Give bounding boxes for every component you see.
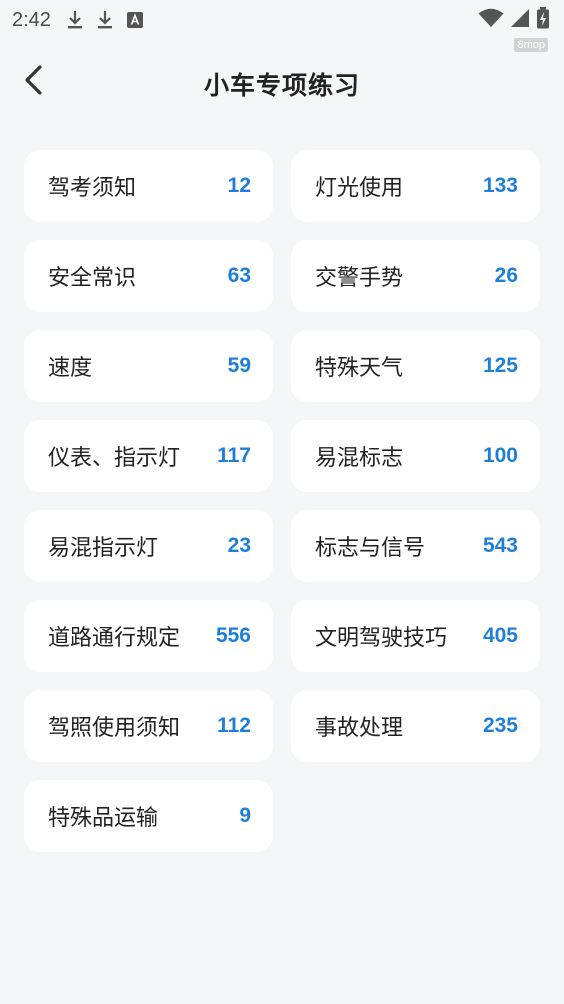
status-bar: 2:42 [0, 0, 564, 40]
category-label: 仪表、指示灯 [48, 446, 181, 471]
category-count: 235 [482, 714, 518, 737]
category-label: 驾考须知 [48, 176, 137, 201]
category-label: 驾照使用须知 [48, 716, 181, 741]
category-label: 文明驾驶技巧 [315, 626, 448, 651]
signal-icon [510, 8, 530, 32]
category-card[interactable]: 特殊品运输 9 [24, 780, 273, 852]
status-time: 2:42 [12, 8, 51, 31]
category-card[interactable]: 道路通行规定 556 [24, 600, 273, 672]
category-count: 133 [482, 174, 518, 197]
category-count: 63 [227, 264, 251, 287]
category-card[interactable]: 标志与信号 543 [291, 510, 540, 582]
category-card[interactable]: 安全常识 63 [24, 240, 273, 312]
category-count: 100 [482, 444, 518, 467]
category-card[interactable]: 事故处理 235 [291, 690, 540, 762]
category-card[interactable]: 速度 59 [24, 330, 273, 402]
category-count: 59 [227, 354, 251, 377]
category-card[interactable]: 灯光使用 133 [291, 150, 540, 222]
category-label: 易混指示灯 [48, 536, 159, 561]
category-card[interactable]: 特殊天气 125 [291, 330, 540, 402]
category-label: 事故处理 [315, 716, 404, 741]
watermark: 8mop [514, 38, 548, 52]
download-icon [97, 10, 113, 30]
screen: 2:42 8mop 小车专项练习 驾考须知 12 灯光使用 133 安全常识 6… [0, 0, 564, 1004]
category-card[interactable]: 文明驾驶技巧 405 [291, 600, 540, 672]
category-card[interactable]: 交警手势 26 [291, 240, 540, 312]
category-label: 特殊品运输 [48, 806, 159, 831]
download-icon [67, 10, 83, 30]
category-label: 易混标志 [315, 446, 404, 471]
status-system-icons [478, 7, 550, 33]
category-count: 543 [482, 534, 518, 557]
category-grid: 驾考须知 12 灯光使用 133 安全常识 63 交警手势 26 速度 59 特… [24, 150, 540, 852]
category-card[interactable]: 驾照使用须知 112 [24, 690, 273, 762]
category-count: 112 [217, 714, 251, 737]
wifi-icon [478, 8, 504, 32]
category-card[interactable]: 驾考须知 12 [24, 150, 273, 222]
page-title: 小车专项练习 [203, 71, 360, 100]
category-count: 9 [239, 804, 251, 827]
category-label: 速度 [48, 356, 93, 381]
category-count: 125 [482, 354, 518, 377]
category-label: 道路通行规定 [48, 626, 181, 651]
category-label: 交警手势 [315, 266, 404, 291]
category-label: 灯光使用 [315, 176, 404, 201]
category-label: 安全常识 [48, 266, 137, 291]
header: 小车专项练习 [0, 56, 564, 108]
category-count: 23 [227, 534, 251, 557]
category-count: 405 [482, 624, 518, 647]
category-count: 12 [227, 174, 251, 197]
category-count: 26 [494, 264, 518, 287]
category-label: 标志与信号 [315, 536, 426, 561]
category-label: 特殊天气 [315, 356, 404, 381]
category-card[interactable]: 易混标志 100 [291, 420, 540, 492]
category-count: 556 [215, 624, 251, 647]
category-card[interactable]: 易混指示灯 23 [24, 510, 273, 582]
battery-icon [536, 7, 550, 33]
a-notification-icon [126, 12, 143, 28]
status-notification-icons [67, 10, 143, 30]
category-card[interactable]: 仪表、指示灯 117 [24, 420, 273, 492]
category-count: 117 [217, 444, 251, 467]
